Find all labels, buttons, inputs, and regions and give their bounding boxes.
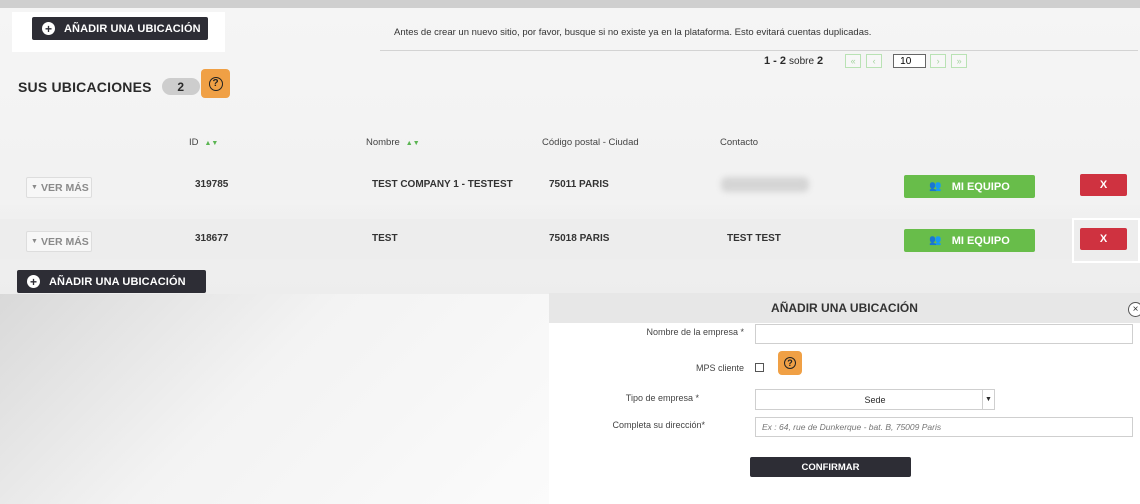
mi-equipo-button[interactable]: 👥 MI EQUIPO <box>904 175 1035 198</box>
people-icon: 👥 <box>929 181 942 192</box>
row-name: TEST <box>372 233 398 244</box>
redacted-contact <box>721 177 809 192</box>
ver-mas-button[interactable]: ▼ VER MÁS <box>26 231 92 252</box>
row-contact: TEST TEST <box>727 233 781 244</box>
add-location-modal: AÑADIR UNA UBICACIÓN × Nombre de la empr… <box>549 293 1140 504</box>
modal-title: AÑADIR UNA UBICACIÓN <box>549 293 1140 323</box>
row-postal-city: 75011 PARIS <box>549 179 609 190</box>
row-postal-city: 75018 PARIS <box>549 233 610 244</box>
plus-circle-icon: + <box>27 275 40 288</box>
locations-header: SUS UBICACIONES 2 <box>18 78 200 95</box>
close-icon[interactable]: × <box>1128 302 1140 317</box>
delete-button[interactable]: X <box>1080 174 1127 196</box>
address-input[interactable] <box>755 417 1133 437</box>
divider <box>380 50 1138 51</box>
pagination-range: 1 - 2 <box>764 55 787 67</box>
pagination: 1 - 2 sobre 2 « ‹ › » <box>764 54 972 68</box>
column-header-name[interactable]: Nombre ▲▼ <box>366 137 420 148</box>
sort-icon[interactable]: ▲▼ <box>205 140 219 147</box>
first-page-button[interactable]: « <box>845 54 862 68</box>
column-header-id[interactable]: ID ▲▼ <box>189 137 218 148</box>
add-location-button[interactable]: + AÑADIR UNA UBICACIÓN <box>32 17 208 40</box>
delete-highlight <box>1072 218 1140 263</box>
help-button[interactable]: ? <box>201 69 230 98</box>
page-title: SUS UBICACIONES <box>18 78 152 95</box>
company-type-label: Tipo de empresa * <box>625 393 699 403</box>
background-panel <box>0 294 549 504</box>
pagination-total: 2 <box>817 55 824 67</box>
company-name-input[interactable] <box>755 324 1133 344</box>
mps-checkbox[interactable] <box>755 363 764 372</box>
prev-page-button[interactable]: ‹ <box>866 54 883 68</box>
add-location-label: AÑADIR UNA UBICACIÓN <box>64 22 201 35</box>
row-id: 319785 <box>195 179 229 190</box>
locations-count-badge: 2 <box>161 78 200 95</box>
plus-circle-icon: + <box>42 22 55 35</box>
mi-equipo-button[interactable]: 👥 MI EQUIPO <box>904 229 1035 252</box>
locations-page: + AÑADIR UNA UBICACIÓN Antes de crear un… <box>0 8 1140 294</box>
row-id: 318677 <box>195 233 229 244</box>
column-header-postal-city: Código postal - Ciudad <box>542 137 639 148</box>
mps-label: MPS cliente <box>695 363 744 373</box>
company-type-select[interactable]: Sede ▼ <box>755 389 995 410</box>
question-circle-icon: ? <box>784 357 796 369</box>
table-row: ▼ VER MÁS 318677 TEST 75018 PARIS TEST T… <box>0 219 1140 259</box>
last-page-button[interactable]: » <box>951 54 968 68</box>
ver-mas-button[interactable]: ▼ VER MÁS <box>26 177 92 198</box>
mps-help-button[interactable]: ? <box>778 351 802 375</box>
per-page-input[interactable] <box>893 54 927 68</box>
table-row: ▼ VER MÁS 319785 TEST COMPANY 1 - TESTES… <box>0 165 1140 205</box>
duplicate-notice: Antes de crear un nuevo sitio, por favor… <box>394 27 872 38</box>
caret-down-icon: ▼ <box>31 238 38 245</box>
caret-down-icon: ▼ <box>982 390 994 409</box>
top-strip <box>0 0 1140 8</box>
column-header-contact: Contacto <box>720 137 759 148</box>
company-name-label: Nombre de la empresa * <box>646 327 744 337</box>
people-icon: 👥 <box>929 235 942 246</box>
sort-icon[interactable]: ▲▼ <box>406 140 420 147</box>
add-location-button-bottom[interactable]: + AÑADIR UNA UBICACIÓN <box>17 270 206 293</box>
company-type-value: Sede <box>864 394 886 405</box>
row-name: TEST COMPANY 1 - TESTEST <box>372 179 513 190</box>
confirm-button[interactable]: CONFIRMAR <box>750 457 911 477</box>
next-page-button[interactable]: › <box>930 54 947 68</box>
question-circle-icon: ? <box>208 76 223 91</box>
caret-down-icon: ▼ <box>31 184 38 191</box>
address-label: Completa su dirección* <box>612 420 705 430</box>
pagination-sobre: sobre <box>789 55 815 67</box>
